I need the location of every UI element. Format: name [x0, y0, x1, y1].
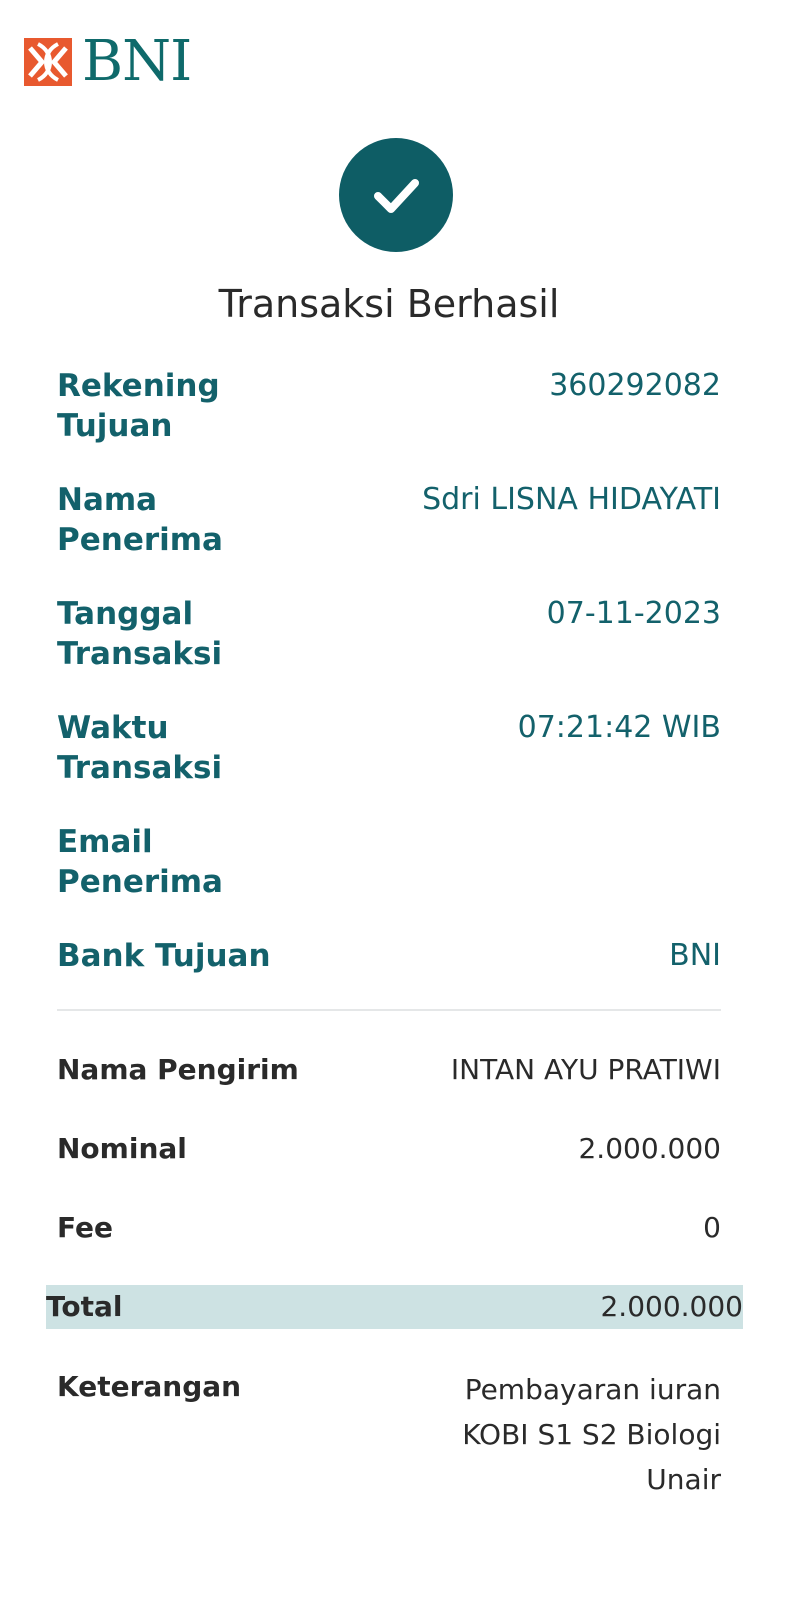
bni-logo: BNI	[24, 29, 192, 94]
nominal-row: Nominal 2.000.000	[57, 1129, 721, 1169]
note-label: Keterangan	[57, 1370, 242, 1403]
recipient-account-row: Rekening Tujuan 360292082	[57, 366, 721, 446]
destination-bank-row: Bank Tujuan BNI	[57, 936, 721, 976]
recipient-email-label: Email Penerima	[57, 824, 223, 900]
check-icon	[374, 179, 419, 213]
recipient-account-value: 360292082	[549, 368, 721, 403]
section-divider	[57, 1009, 721, 1011]
sender-name-label: Nama Pengirim	[57, 1053, 299, 1086]
recipient-name-row: Nama Penerima Sdri LISNA HIDAYATI	[57, 480, 721, 560]
destination-bank-label: Bank Tujuan	[57, 938, 271, 974]
transaction-date-value: 07-11-2023	[546, 596, 721, 631]
bni-logo-mark-icon	[24, 38, 72, 86]
transaction-date-row: Tanggal Transaksi 07-11-2023	[57, 594, 721, 674]
note-row: Keterangan Pembayaran iuran KOBI S1 S2 B…	[57, 1367, 721, 1507]
recipient-account-label: Rekening Tujuan	[57, 368, 220, 444]
transaction-date-label: Tanggal Transaksi	[57, 596, 223, 672]
note-value: Pembayaran iuran KOBI S1 S2 Biologi Unai…	[462, 1373, 721, 1496]
recipient-name-label: Nama Penerima	[57, 482, 223, 558]
fee-label: Fee	[57, 1211, 113, 1244]
recipient-name-value: Sdri LISNA HIDAYATI	[422, 482, 721, 517]
page-title: Transaksi Berhasil	[218, 282, 560, 326]
transaction-time-value: 07:21:42 WIB	[517, 710, 721, 745]
transaction-time-label: Waktu Transaksi	[57, 710, 223, 786]
total-value: 2.000.000	[600, 1290, 743, 1323]
destination-bank-value: BNI	[669, 938, 721, 973]
fee-value: 0	[703, 1211, 721, 1244]
recipient-email-row: Email Penerima	[57, 822, 721, 902]
sender-name-value: INTAN AYU PRATIWI	[450, 1053, 721, 1086]
fee-row: Fee 0	[57, 1208, 721, 1248]
total-row: Total 2.000.000	[46, 1285, 743, 1329]
nominal-value: 2.000.000	[578, 1132, 721, 1165]
success-check-icon	[339, 138, 453, 252]
total-label: Total	[46, 1290, 123, 1323]
sender-name-row: Nama Pengirim INTAN AYU PRATIWI	[57, 1050, 721, 1090]
bni-logo-text: BNI	[82, 29, 192, 94]
nominal-label: Nominal	[57, 1132, 187, 1165]
transaction-time-row: Waktu Transaksi 07:21:42 WIB	[57, 708, 721, 788]
